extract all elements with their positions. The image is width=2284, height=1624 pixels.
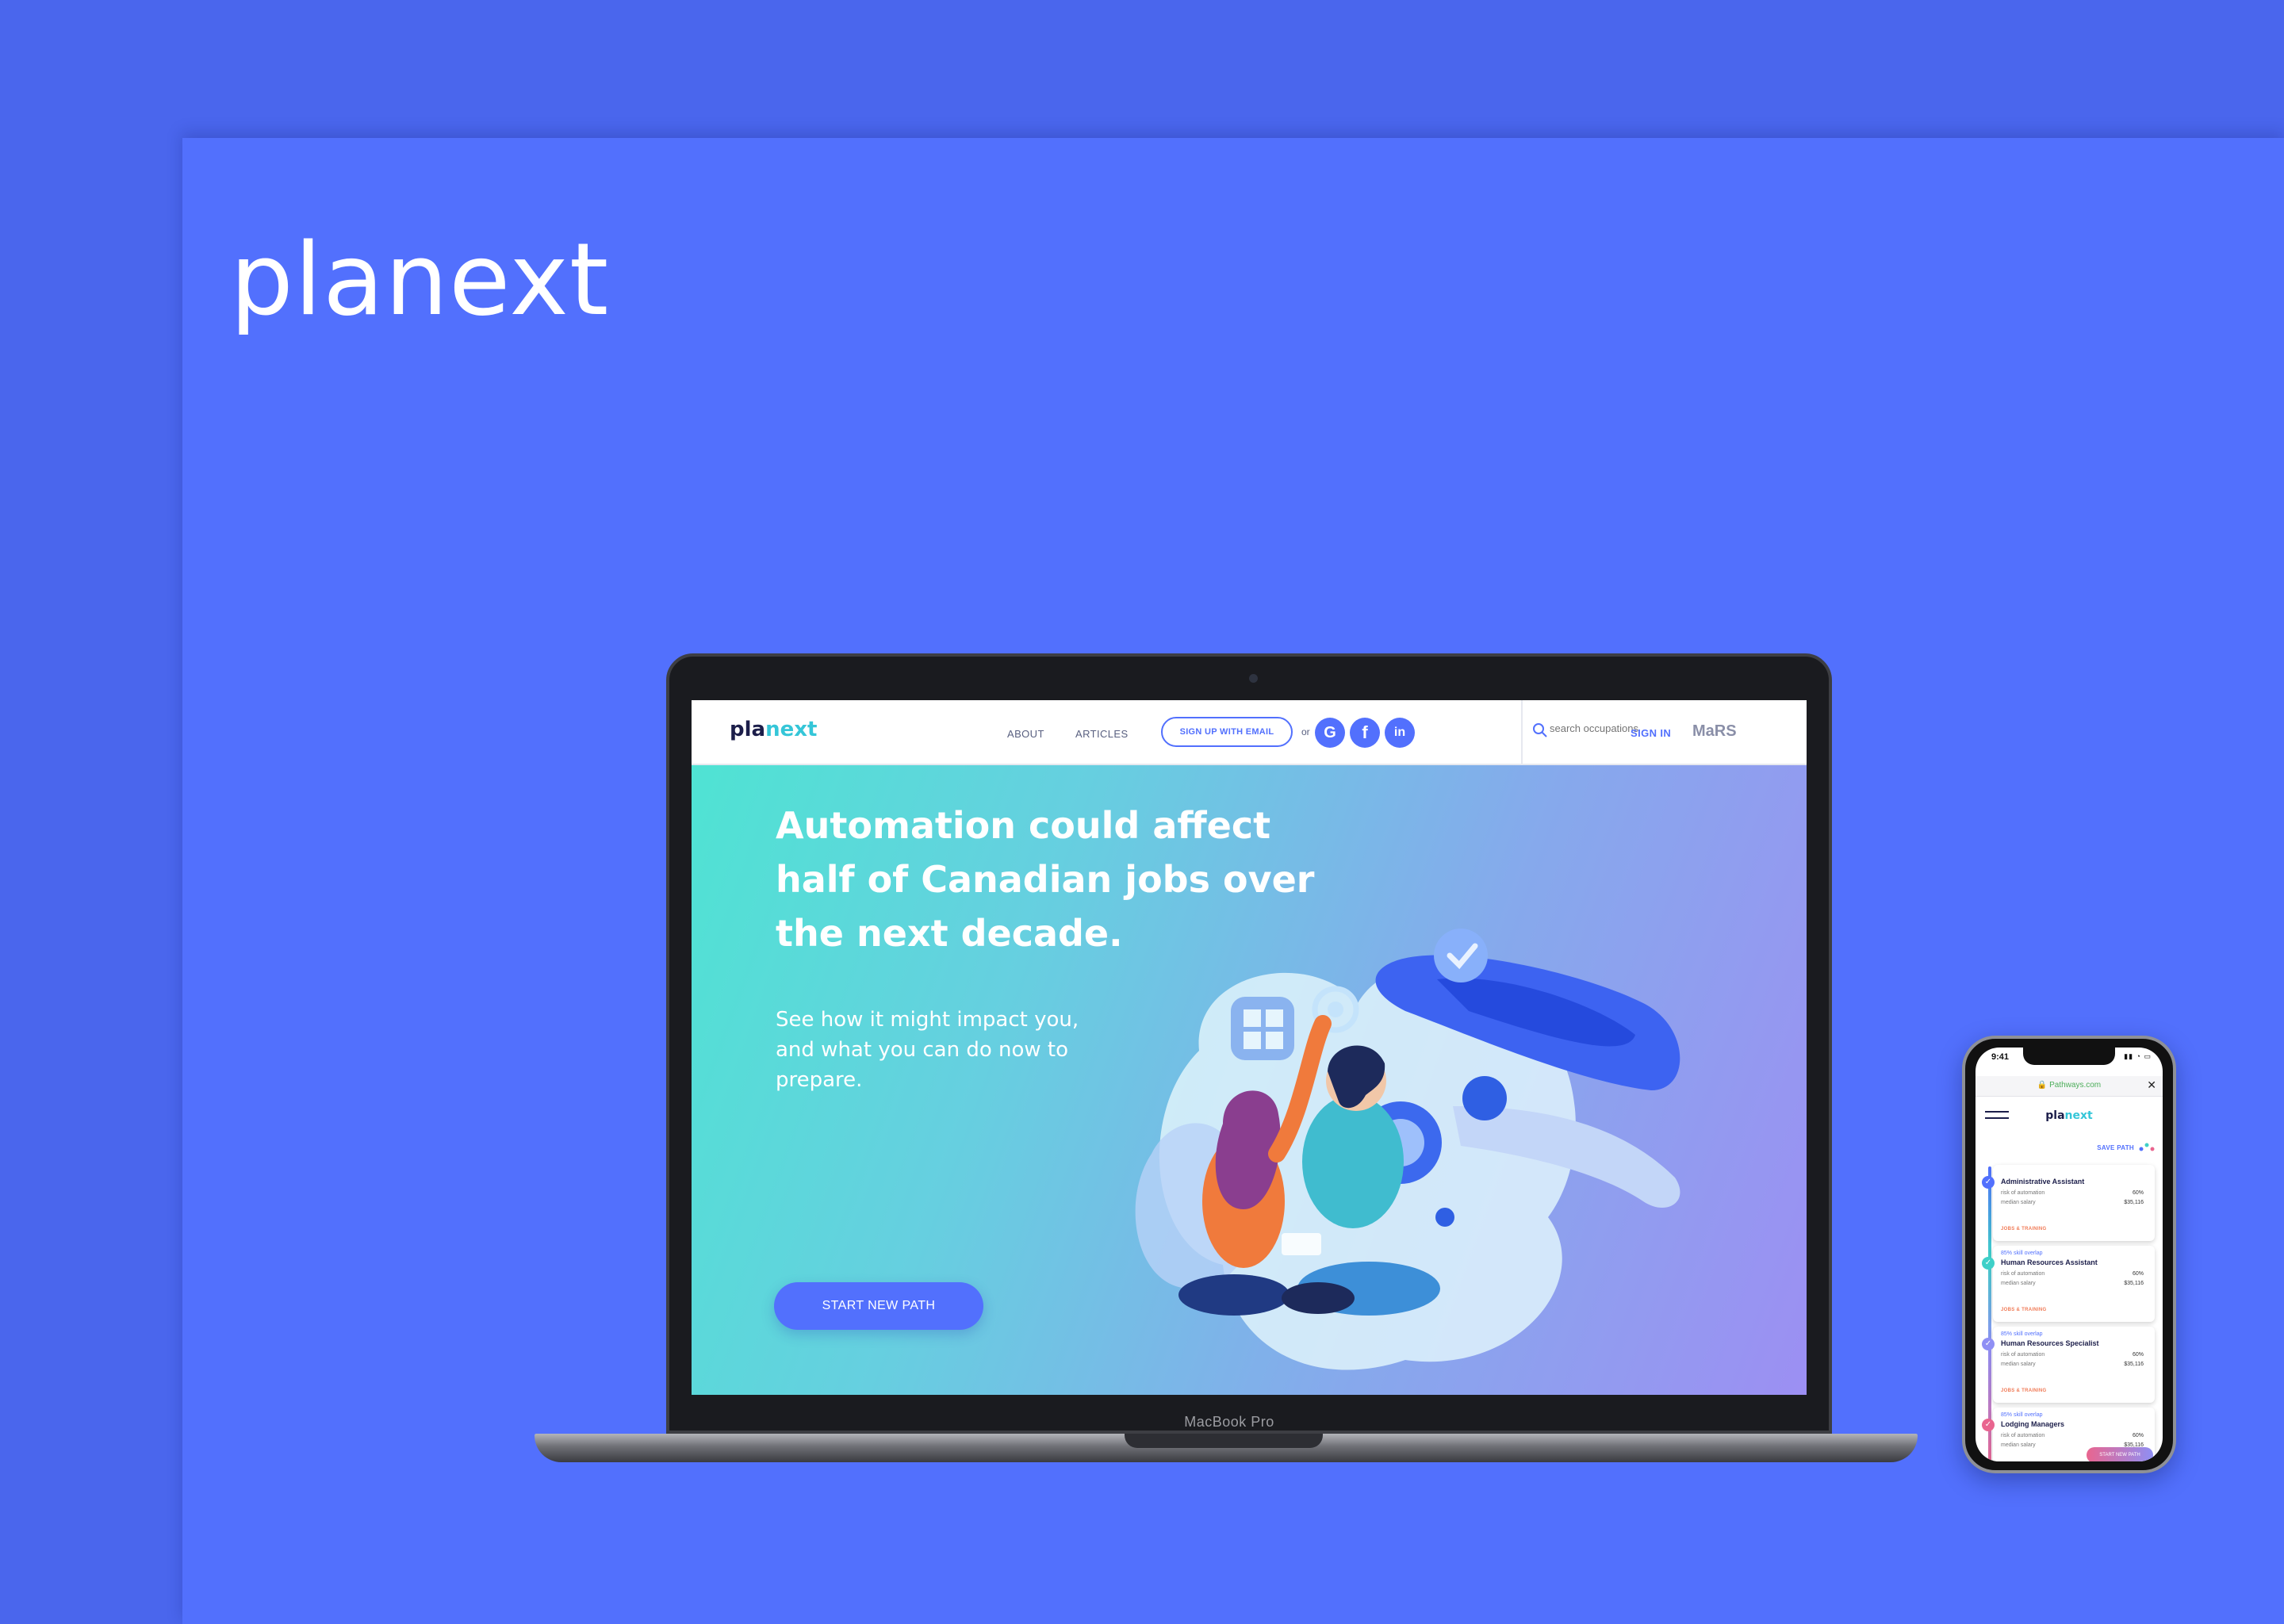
path-card[interactable]: ✓ 85% skill overlap Human Resources Specia… [1982,1327,2155,1403]
site-logo[interactable]: planext [730,718,817,741]
search-icon[interactable] [1532,722,1548,738]
mars-logo: MaRS [1692,722,1737,740]
site-nav: planext ABOUT ARTICLES SIGN UP WITH EMAI… [692,700,1807,765]
nav-articles-link[interactable]: ARTICLES [1075,728,1129,740]
salary-value: $35,116 [2124,1362,2144,1367]
linkedin-signin-icon[interactable]: in [1385,718,1415,748]
status-icons: ▮▮ ◔ ▭ [2124,1052,2152,1060]
salary-label: median salary [2001,1362,2036,1367]
phone-start-new-path-button[interactable]: START NEW PATH [2087,1447,2153,1461]
hero-section: Automation could affect half of Canadian… [692,765,1807,1395]
skill-overlap-label: 85% skill overlap [2001,1331,2043,1337]
risk-label: risk of automation [2001,1190,2045,1196]
risk-value: 60% [2132,1433,2144,1438]
risk-value: 60% [2132,1190,2144,1196]
brand-title: planext [230,221,610,338]
check-icon: ✓ [1982,1176,1995,1189]
jobs-training-link[interactable]: JOBS & TRAINING [2001,1388,2047,1393]
phone-logo: planext [2045,1109,2093,1122]
save-path-link[interactable]: SAVE PATH [2097,1144,2134,1151]
path-card[interactable]: ✓ Administrative Assistant risk of automat… [1982,1165,2155,1241]
or-separator: or [1301,726,1310,737]
risk-label: risk of automation [2001,1352,2045,1358]
status-time: 9:41 [1991,1052,2010,1062]
risk-label: risk of automation [2001,1433,2045,1438]
salary-label: median salary [2001,1442,2036,1448]
laptop-base [535,1434,1918,1462]
card-title: Human Resources Specialist [2001,1339,2099,1347]
path-card[interactable]: ✓ 85% skill overlap Human Resources Assist… [1982,1246,2155,1322]
nav-divider [1521,700,1523,765]
signin-link[interactable]: SIGN IN [1631,727,1671,739]
salary-label: median salary [2001,1281,2036,1286]
skill-overlap-label: 85% skill overlap [2001,1412,2043,1418]
salary-value: $35,116 [2124,1200,2144,1205]
laptop-lid: planext ABOUT ARTICLES SIGN UP WITH EMAI… [666,653,1832,1434]
check-icon: ✓ [1982,1419,1995,1431]
google-signin-icon[interactable]: G [1315,718,1345,748]
laptop-screen: planext ABOUT ARTICLES SIGN UP WITH EMAI… [692,700,1807,1395]
nav-about-link[interactable]: ABOUT [1007,728,1044,740]
laptop-hinge-notch [1125,1434,1323,1448]
hero-illustration [1135,929,1680,1370]
start-new-path-button[interactable]: START NEW PATH [774,1282,983,1330]
path-timeline [1988,1166,1991,1461]
risk-label: risk of automation [2001,1271,2045,1277]
card-title: Administrative Assistant [2001,1178,2085,1185]
laptop-model-label: MacBook Pro [1184,1414,1274,1430]
card-title: Human Resources Assistant [2001,1258,2098,1266]
browser-url-bar[interactable]: 🔒 Pathways.com ✕ [1976,1076,2163,1097]
card-title: Lodging Managers [2001,1420,2065,1428]
skill-overlap-label: 85% skill overlap [2001,1251,2043,1256]
check-icon: ✓ [1982,1257,1995,1270]
jobs-training-link[interactable]: JOBS & TRAINING [2001,1227,2047,1231]
webcam [1249,674,1258,683]
phone-screen: 9:41 ▮▮ ◔ ▭ 🔒 Pathways.com ✕ planext SAV… [1976,1048,2163,1461]
share-dots-icon[interactable] [2139,1143,2155,1152]
close-icon[interactable]: ✕ [2147,1078,2156,1092]
phone-notch [2023,1048,2115,1065]
phone-frame: 9:41 ▮▮ ◔ ▭ 🔒 Pathways.com ✕ planext SAV… [1962,1036,2176,1473]
jobs-training-link[interactable]: JOBS & TRAINING [2001,1308,2047,1312]
risk-value: 60% [2132,1271,2144,1277]
signup-email-button[interactable]: SIGN UP WITH EMAIL [1161,717,1293,747]
risk-value: 60% [2132,1352,2144,1358]
salary-value: $35,116 [2124,1281,2144,1286]
salary-label: median salary [2001,1200,2036,1205]
hero-subtitle: See how it might impact you, and what yo… [776,1008,1079,1092]
facebook-signin-icon[interactable]: f [1350,718,1380,748]
url-text[interactable]: 🔒 Pathways.com [1976,1081,2163,1090]
check-icon: ✓ [1982,1338,1995,1350]
